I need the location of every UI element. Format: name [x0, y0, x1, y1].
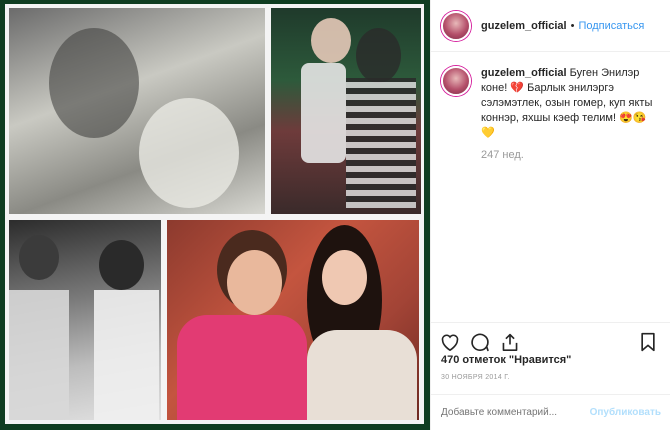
- header-username[interactable]: guzelem_official: [481, 20, 567, 32]
- photo-family-portrait: [9, 220, 161, 420]
- comments-section: guzelem_official Буген Энилэр коне! 💔 Ба…: [431, 52, 670, 322]
- photo-child-in-garden: [271, 8, 421, 214]
- comment-icon[interactable]: [469, 331, 491, 353]
- post-date: 30 НОЯБРЯ 2014 Г.: [441, 374, 510, 381]
- comment-input[interactable]: [441, 407, 590, 418]
- caption-username[interactable]: guzelem_official: [481, 67, 567, 79]
- separator-dot: •: [570, 19, 575, 32]
- post-media[interactable]: [0, 0, 430, 430]
- comment-form: Опубликовать: [431, 394, 670, 430]
- post-sidebar: guzelem_official • Подписаться guzelem_o…: [430, 0, 670, 430]
- publish-button[interactable]: Опубликовать: [590, 407, 661, 418]
- avatar[interactable]: [441, 10, 471, 41]
- caption-time-ago[interactable]: 247 нед.: [481, 149, 660, 161]
- photo-two-women: [167, 220, 419, 420]
- photo-mother-with-baby: [9, 8, 265, 214]
- caption-avatar[interactable]: [441, 66, 471, 96]
- caption-comment: guzelem_official Буген Энилэр коне! 💔 Ба…: [441, 66, 660, 141]
- photo-collage: [5, 4, 424, 424]
- bookmark-icon[interactable]: [637, 331, 659, 353]
- likes-count[interactable]: 470 отметок "Нравится": [441, 354, 571, 366]
- share-icon[interactable]: [499, 331, 521, 353]
- post-header: guzelem_official • Подписаться: [431, 0, 670, 52]
- follow-button[interactable]: Подписаться: [578, 20, 644, 32]
- heart-icon[interactable]: [439, 331, 461, 353]
- caption-text-block: guzelem_official Буген Энилэр коне! 💔 Ба…: [481, 66, 660, 141]
